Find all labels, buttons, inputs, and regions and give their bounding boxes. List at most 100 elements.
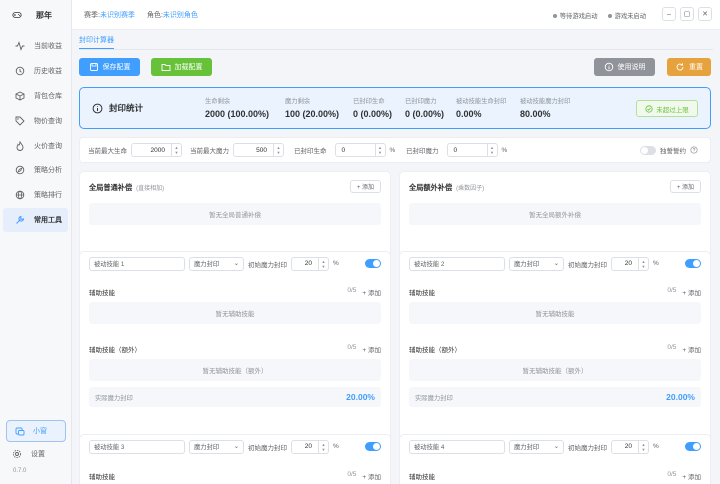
stepper-icon[interactable]: ▲ ▼ — [171, 144, 181, 156]
init-seal-input[interactable]: 20 ▲ ▼ — [611, 439, 649, 454]
add-aux-skill-button[interactable]: + 添加 — [362, 471, 381, 481]
app-name: 那年 — [36, 10, 52, 20]
question-icon[interactable] — [690, 146, 698, 154]
skill-type-select[interactable]: 魔力封印 ⌄ — [509, 256, 564, 271]
sidebar-item-price-query[interactable]: 物价查询 — [3, 108, 68, 133]
stepper-icon[interactable]: ▲ ▼ — [318, 440, 328, 453]
extra-aux-skill-empty: 暂无辅助技能（额外） — [89, 359, 381, 381]
stepper-icon[interactable]: ▲ ▼ — [318, 257, 328, 270]
status-dot — [607, 13, 612, 18]
skill-name-input[interactable]: 被动技能 1 — [89, 256, 185, 271]
add-aux-skill-button[interactable]: + 添加 — [682, 471, 701, 481]
help-button[interactable]: 使用说明 — [594, 58, 655, 76]
actual-seal-row: 实际魔力封印 20.00% — [89, 387, 381, 407]
sidebar: 那年 当前收益 历史收益 背包仓库 物价查询 火价查询 策略分析 策略排行 常用… — [0, 0, 72, 484]
skill-name-input[interactable]: 被动技能 4 — [409, 439, 505, 454]
mini-window-label: 小窗 — [33, 428, 47, 435]
skill-name-input[interactable]: 被动技能 3 — [89, 439, 185, 454]
stepper-icon[interactable]: ▲ ▼ — [638, 257, 648, 270]
aux-skill-label: 辅助技能 — [89, 290, 115, 297]
sidebar-item-fire-price[interactable]: 火价查询 — [3, 133, 68, 158]
add-global-normal-button[interactable]: + 添加 — [349, 180, 381, 193]
stepper-icon[interactable]: ▲ ▼ — [638, 440, 648, 453]
init-seal-input[interactable]: 20 ▲ ▼ — [611, 256, 649, 271]
skill-enable-toggle[interactable] — [365, 442, 381, 451]
percent-unit: % — [501, 146, 508, 154]
mini-window-button[interactable]: 小窗 — [6, 420, 66, 442]
stat-value: 0 (0.00%) — [353, 109, 393, 119]
sidebar-item-label: 背包仓库 — [34, 92, 62, 100]
max-hp-input[interactable]: 2000 ▲ ▼ — [131, 143, 182, 157]
stat-value: 0 (0.00%) — [405, 109, 445, 119]
skill-row: 被动技能 2 魔力封印 ⌄ 初始魔力封印 20 ▲ ▼ % — [409, 256, 701, 271]
stat-sealed-mp: 已封印魔力 0 (0.00%) — [405, 96, 444, 119]
stepper-icon[interactable]: ▲ ▼ — [374, 144, 385, 156]
seal-stats-panel: 封印统计 生命剩余 2000 (100.00%) 魔力剩余 100 (20.00%)… — [79, 87, 711, 129]
stat-value: 2000 (100.00%) — [205, 109, 270, 119]
add-extra-aux-skill-button[interactable]: + 添加 — [362, 344, 381, 354]
oath-toggle[interactable] — [640, 145, 656, 155]
add-aux-skill-button[interactable]: + 添加 — [362, 287, 381, 297]
settings-item[interactable]: 设置 — [12, 449, 45, 459]
sidebar-item-label: 当前收益 — [34, 43, 62, 51]
load-config-button[interactable]: 加载配置 — [151, 58, 212, 76]
season-value[interactable]: 未识别赛季 — [100, 10, 135, 20]
limit-status-badge: 未超过上限 — [636, 100, 698, 117]
aux-count: 0/5 — [667, 287, 677, 294]
sidebar-item-history-income[interactable]: 历史收益 — [3, 59, 68, 84]
init-seal-input[interactable]: 20 ▲ ▼ — [291, 256, 329, 271]
skill-enable-toggle[interactable] — [365, 259, 381, 268]
extra-aux-count: 0/5 — [667, 344, 677, 351]
tab-seal-calculator[interactable]: 封印计算器 — [79, 35, 114, 49]
role-value[interactable]: 未识别角色 — [163, 10, 198, 20]
skill-type-select[interactable]: 魔力封印 ⌄ — [189, 439, 244, 454]
skill-card-2: 被动技能 2 魔力封印 ⌄ 初始魔力封印 20 ▲ ▼ % 辅助技能 0/5 + 添加 暂… — [399, 251, 711, 452]
sealed-hp-field: 已封印生命 0 ▲ ▼ % — [294, 143, 395, 157]
add-aux-skill-button[interactable]: + 添加 — [682, 287, 701, 297]
add-extra-aux-skill-button[interactable]: + 添加 — [682, 344, 701, 354]
stat-mp-remaining: 魔力剩余 100 (20.00%) — [285, 96, 339, 119]
aux-skill-header: 辅助技能 0/5 + 添加 — [89, 471, 381, 481]
skill-card-1: 被动技能 1 魔力封印 ⌄ 初始魔力封印 20 ▲ ▼ % 辅助技能 0/5 + 添加 暂… — [79, 251, 391, 452]
save-config-button[interactable]: 保存配置 — [79, 58, 140, 76]
minimize-button[interactable]: – — [662, 7, 676, 21]
stepper-icon[interactable]: ▲ ▼ — [486, 144, 497, 156]
sidebar-item-strategy-ranking[interactable]: 策略排行 — [3, 183, 68, 208]
stepper-icon[interactable]: ▲ ▼ — [273, 144, 283, 156]
sealed-hp-value: 0 — [341, 146, 346, 154]
sealed-hp-input[interactable]: 0 ▲ ▼ — [334, 143, 386, 157]
sidebar-item-current-income[interactable]: 当前收益 — [3, 34, 68, 59]
sidebar-item-label: 物价查询 — [34, 117, 62, 125]
sidebar-item-backpack[interactable]: 背包仓库 — [3, 84, 68, 109]
stat-label: 已封印魔力 — [405, 98, 437, 105]
sidebar-item-strategy-analysis[interactable]: 策略分析 — [3, 158, 68, 183]
box-icon — [15, 91, 25, 101]
skill-row: 被动技能 1 魔力封印 ⌄ 初始魔力封印 20 ▲ ▼ % — [89, 256, 381, 271]
stat-value: 100 (20.00%) — [285, 109, 340, 119]
sealed-mp-input[interactable]: 0 ▲ ▼ — [446, 143, 498, 157]
aux-skill-empty: 暂无辅助技能 — [409, 302, 701, 324]
skill-enable-toggle[interactable] — [685, 259, 701, 268]
stat-passive-mp-seal: 被动技能魔力封印 80.00% — [520, 96, 570, 119]
init-seal-input[interactable]: 20 ▲ ▼ — [291, 439, 329, 454]
skill-type-value: 魔力封印 — [194, 261, 220, 268]
stat-sealed-hp: 已封印生命 0 (0.00%) — [353, 96, 392, 119]
sidebar-item-common-tools[interactable]: 常用工具 — [3, 207, 68, 233]
skill-name-input[interactable]: 被动技能 2 — [409, 256, 505, 271]
aux-count: 0/5 — [347, 471, 357, 478]
skill-type-select[interactable]: 魔力封印 ⌄ — [509, 439, 564, 454]
chevron-down-icon: ⌄ — [233, 260, 239, 267]
max-mp-input[interactable]: 500 ▲ ▼ — [233, 143, 284, 157]
aux-skill-header: 辅助技能 0/5 + 添加 — [89, 287, 381, 297]
skill-enable-toggle[interactable] — [685, 442, 701, 451]
add-global-extra-button[interactable]: + 添加 — [669, 180, 701, 193]
close-button[interactable]: ✕ — [698, 7, 712, 21]
global-extra-empty: 暂无全局额外补偿 — [409, 203, 701, 225]
skill-type-select[interactable]: 魔力封印 ⌄ — [189, 256, 244, 271]
status-not-started: 游戏未启动 — [607, 11, 646, 20]
maximize-button[interactable]: ▢ — [680, 7, 694, 21]
wrench-icon — [15, 215, 25, 225]
reset-button[interactable]: 重置 — [667, 58, 711, 76]
tab-underline — [79, 49, 713, 50]
save-config-label: 保存配置 — [102, 64, 131, 71]
